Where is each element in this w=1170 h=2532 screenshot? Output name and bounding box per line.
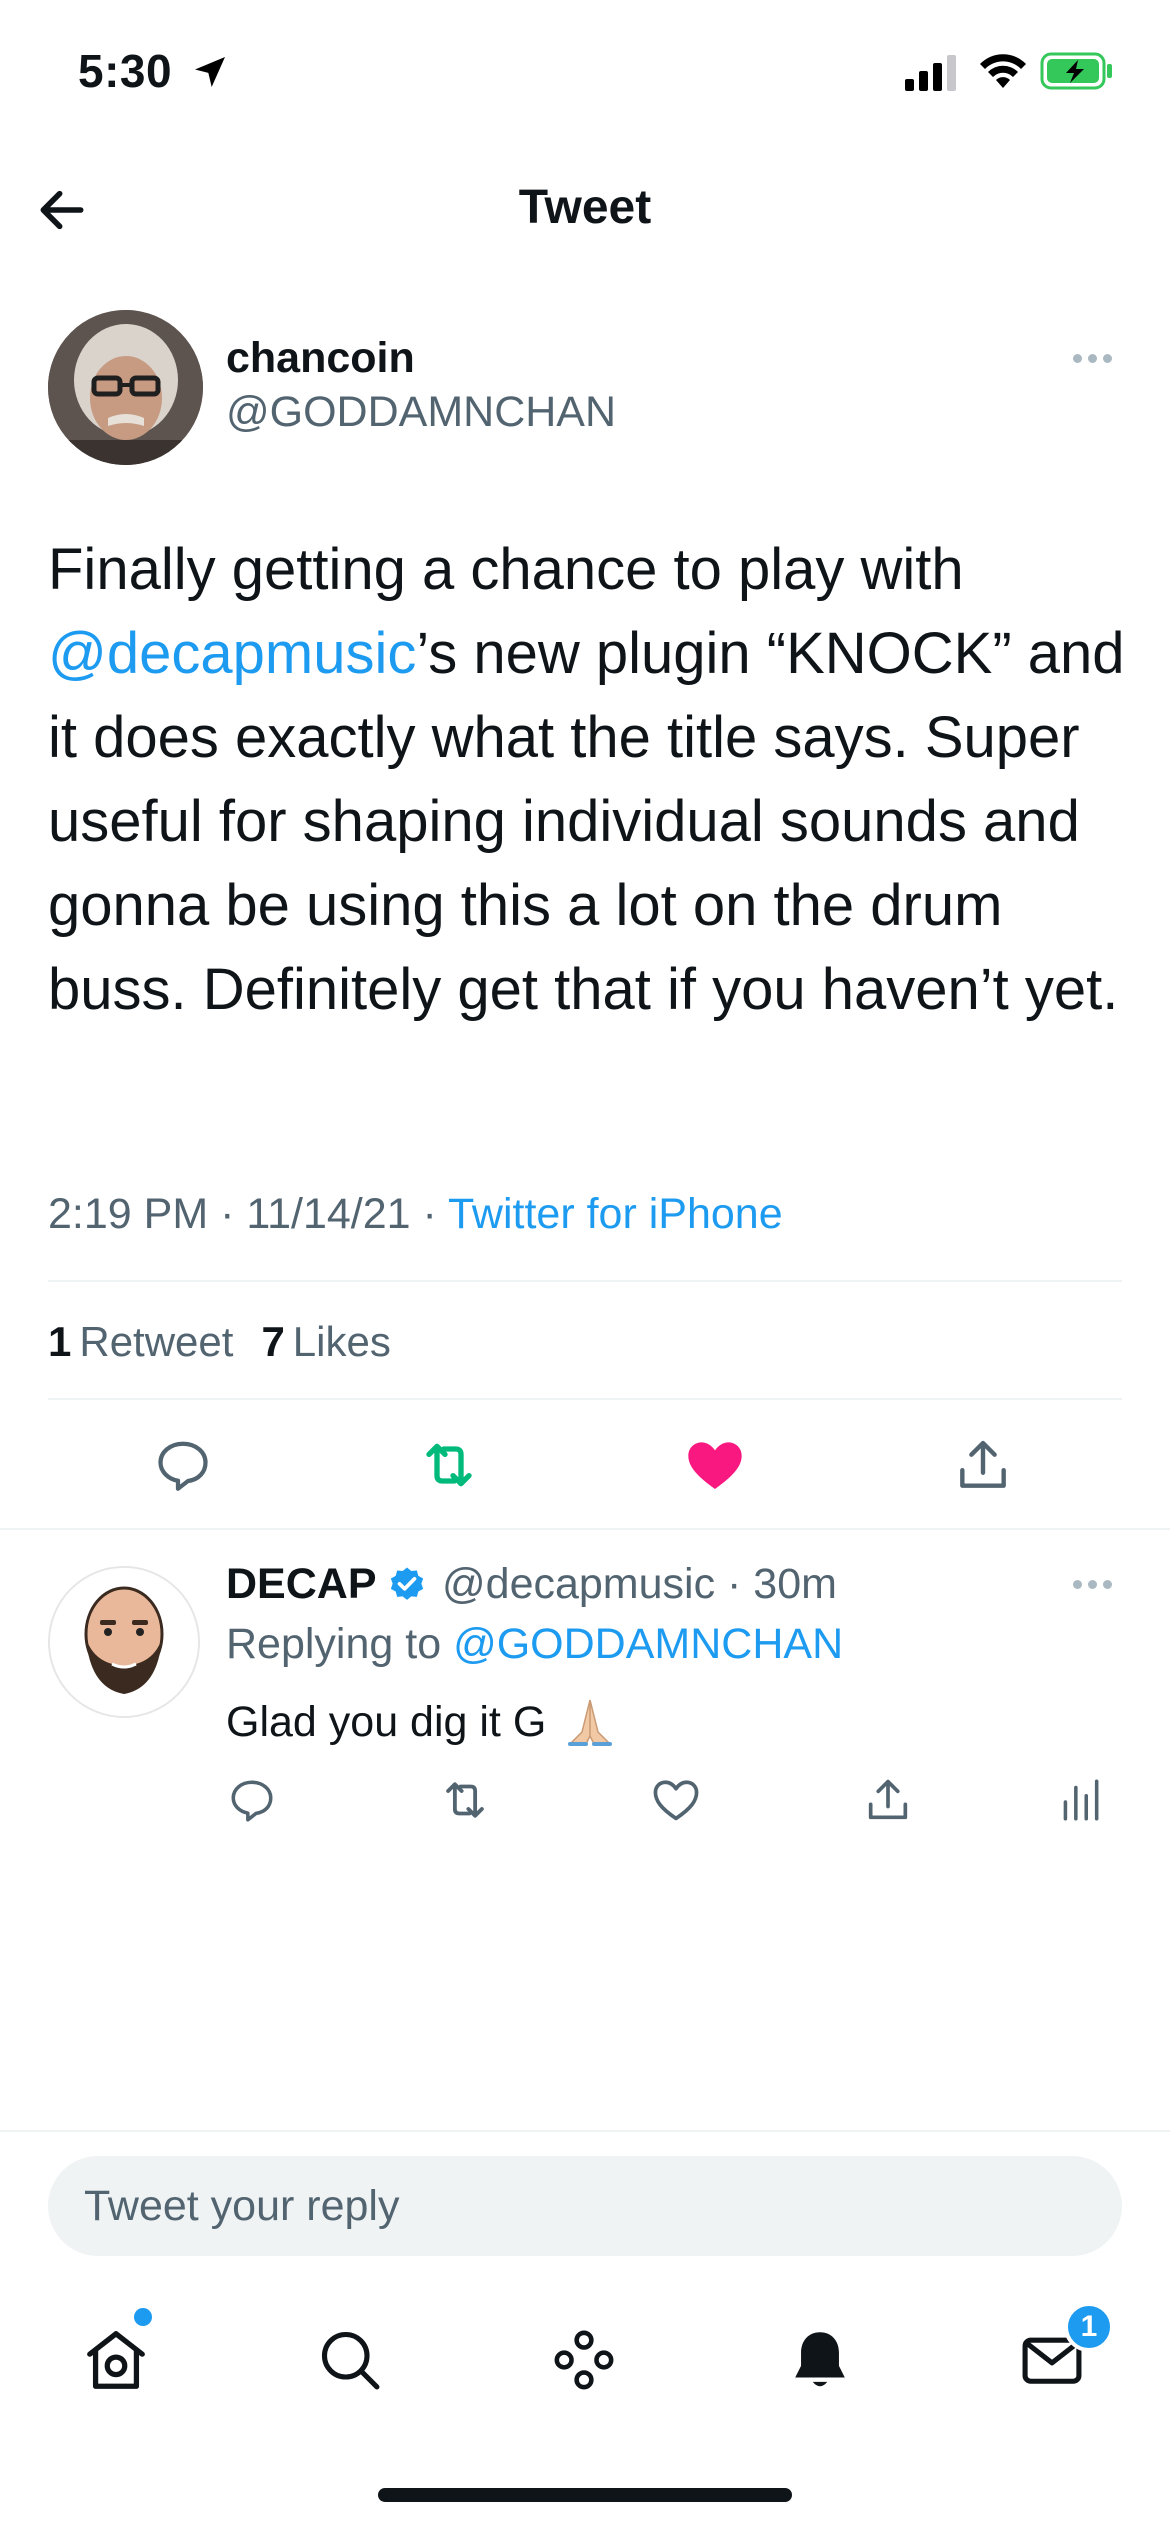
retweet-count: 1 bbox=[48, 1318, 72, 1365]
reply-author-name[interactable]: DECAP bbox=[226, 1560, 427, 1609]
bell-icon bbox=[795, 2332, 845, 2387]
analytics-bars-icon bbox=[1063, 1779, 1099, 1821]
tweet-stats: 1 Retweet 7 Likes bbox=[48, 1318, 391, 1366]
reply-author-name-text: DECAP bbox=[226, 1560, 377, 1608]
reply-input[interactable] bbox=[48, 2156, 1122, 2256]
reply-text-content: Glad you dig it G bbox=[226, 1697, 547, 1746]
author-avatar[interactable] bbox=[48, 310, 203, 465]
heart-filled-icon bbox=[688, 1442, 742, 1489]
reply-like-button[interactable] bbox=[646, 1770, 706, 1830]
retweet-icon bbox=[446, 1782, 484, 1818]
likes-stat[interactable]: 7 Likes bbox=[261, 1318, 390, 1366]
reply-button[interactable] bbox=[148, 1430, 218, 1500]
divider bbox=[0, 1528, 1170, 1530]
tab-search[interactable] bbox=[310, 2320, 390, 2400]
tweet-time: 2:19 PM bbox=[48, 1190, 209, 1238]
reply-share-button[interactable] bbox=[858, 1770, 918, 1830]
messages-badge: 1 bbox=[1064, 2302, 1114, 2352]
meta-separator: · bbox=[422, 1190, 437, 1238]
dot bbox=[1103, 354, 1112, 363]
mention-link[interactable]: @decapmusic bbox=[48, 621, 416, 686]
reply-text: Glad you dig it G bbox=[226, 1692, 620, 1752]
share-icon bbox=[960, 1440, 1006, 1488]
avatar-photo bbox=[48, 310, 203, 465]
replying-to-label: Replying to bbox=[226, 1620, 454, 1668]
search-icon bbox=[321, 2331, 380, 2390]
dot bbox=[1088, 354, 1097, 363]
tweet-text: Finally getting a chance to play with @d… bbox=[48, 528, 1128, 1032]
more-options-button[interactable] bbox=[1073, 354, 1112, 363]
dot bbox=[1088, 1580, 1097, 1589]
spaces-icon bbox=[554, 2330, 614, 2390]
reply-icon bbox=[231, 1780, 273, 1822]
dot bbox=[1103, 1580, 1112, 1589]
location-arrow-icon bbox=[195, 57, 225, 87]
like-count: 7 bbox=[261, 1318, 285, 1365]
like-label: Likes bbox=[292, 1318, 391, 1365]
tweet-timestamp: 2:19 PM · 11/14/21 · Twitter for iPhone bbox=[48, 1190, 783, 1239]
status-bar: 5:30 bbox=[0, 0, 1170, 150]
folded-hands-emoji bbox=[568, 1699, 613, 1746]
retweets-stat[interactable]: 1 Retweet bbox=[48, 1318, 233, 1366]
dot bbox=[1073, 354, 1082, 363]
author-handle[interactable]: @GODDAMNCHAN bbox=[226, 388, 616, 437]
retweet-button[interactable] bbox=[414, 1430, 484, 1500]
retweet-label: Retweet bbox=[79, 1318, 234, 1365]
tab-notifications[interactable] bbox=[780, 2320, 860, 2400]
reply-composer[interactable] bbox=[48, 2156, 1122, 2256]
avatar-illustration bbox=[50, 1568, 198, 1716]
like-button[interactable] bbox=[680, 1430, 750, 1500]
reply-analytics-button[interactable] bbox=[1050, 1770, 1110, 1830]
battery-charging-icon bbox=[1040, 52, 1112, 90]
author-name[interactable]: chancoin bbox=[226, 334, 415, 383]
reply-author-avatar[interactable] bbox=[48, 1566, 200, 1718]
replying-to-handle-link[interactable]: @GODDAMNCHAN bbox=[453, 1620, 843, 1668]
home-unread-dot bbox=[134, 2308, 152, 2326]
divider bbox=[48, 1398, 1122, 1400]
reply-icon bbox=[158, 1441, 208, 1491]
share-icon bbox=[868, 1779, 908, 1820]
tweet-date: 11/14/21 bbox=[246, 1190, 411, 1238]
reply-more-options-button[interactable] bbox=[1073, 1580, 1112, 1589]
reply-retweet-button[interactable] bbox=[435, 1770, 495, 1830]
home-icon bbox=[87, 2331, 145, 2389]
home-indicator[interactable] bbox=[378, 2488, 792, 2502]
status-time: 5:30 bbox=[78, 45, 173, 97]
dot bbox=[1073, 1580, 1082, 1589]
divider bbox=[48, 1280, 1122, 1282]
header: Tweet bbox=[0, 150, 1170, 265]
wifi-icon bbox=[980, 54, 1026, 88]
meta-separator: · bbox=[220, 1190, 235, 1238]
tweet-text-part: Finally getting a chance to play with bbox=[48, 537, 964, 602]
reply-handle-time: @decapmusic · 30m bbox=[442, 1560, 837, 1608]
page-title: Tweet bbox=[518, 181, 652, 234]
retweet-icon bbox=[426, 1443, 472, 1487]
share-button[interactable] bbox=[948, 1430, 1018, 1500]
divider bbox=[0, 2130, 1170, 2132]
verified-badge-icon bbox=[390, 1567, 423, 1600]
cellular-signal-icon bbox=[905, 55, 956, 91]
tab-spaces[interactable] bbox=[544, 2320, 624, 2400]
reply-reply-button[interactable] bbox=[222, 1770, 282, 1830]
tweet-source-link[interactable]: Twitter for iPhone bbox=[448, 1190, 783, 1238]
heart-outline-icon bbox=[653, 1780, 699, 1821]
tab-home[interactable] bbox=[76, 2320, 156, 2400]
replying-to: Replying to @GODDAMNCHAN bbox=[226, 1620, 843, 1669]
